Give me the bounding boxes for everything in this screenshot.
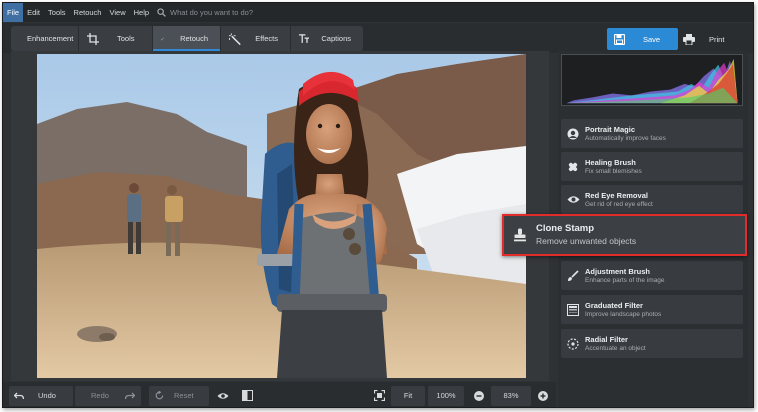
tab-label: Retouch [180, 34, 208, 43]
tool-subtitle: Automatically improve faces [585, 134, 666, 142]
tool-portrait-magic[interactable]: Portrait Magic Automatically improve fac… [561, 119, 743, 148]
tool-subtitle: Remove unwanted objects [536, 236, 637, 246]
fit-label: Fit [403, 391, 413, 400]
tab-label: Tools [117, 34, 135, 43]
menu-tools[interactable]: Tools [44, 3, 70, 22]
tool-subtitle: Enhance parts of the image [585, 276, 665, 284]
tool-subtitle: Accentuate an object [585, 344, 646, 352]
redo-icon [124, 392, 135, 399]
tool-radial-filter[interactable]: Radial Filter Accentuate an object [561, 329, 743, 358]
tool-title: Adjustment Brush [585, 266, 651, 276]
clone-stamp-highlight[interactable]: Clone Stamp Remove unwanted objects [502, 214, 747, 256]
brush-icon [161, 37, 164, 40]
magic-wand-icon [229, 32, 241, 45]
zoom-in-icon [538, 390, 548, 401]
print-button[interactable]: Print [681, 28, 747, 50]
zoom-out-icon [474, 390, 484, 401]
reset-icon [155, 391, 164, 400]
tab-label: Effects [255, 34, 278, 43]
search-icon [157, 8, 166, 17]
eye-icon [217, 392, 229, 399]
tab-bar: Enhancement Tools Retouch Effects Captio… [11, 26, 363, 51]
zoom-in-button[interactable] [535, 386, 551, 406]
print-label: Print [709, 34, 725, 44]
gradient-icon [561, 303, 585, 316]
radial-icon [561, 337, 585, 350]
brush-icon [561, 269, 585, 282]
search-placeholder: What do you want to do? [170, 8, 254, 17]
zoom-level-field[interactable]: 83% [491, 385, 531, 406]
menu-bar: File Edit Tools Retouch View Help What d… [3, 3, 753, 22]
tab-captions[interactable]: Captions [291, 26, 363, 51]
compare-icon [241, 390, 253, 401]
fit-icon-button[interactable] [369, 386, 389, 406]
tab-label: Enhancement [27, 34, 74, 43]
tab-label: Captions [321, 34, 351, 43]
bottom-bar: Undo Redo Reset Fit 100% 83% [3, 382, 556, 407]
tool-subtitle: Fix small blemishes [585, 167, 642, 175]
menu-retouch[interactable]: Retouch [70, 3, 106, 22]
tool-title: Graduated Filter [585, 300, 643, 310]
tool-title: Clone Stamp [536, 223, 595, 234]
toolbar: Enhancement Tools Retouch Effects Captio… [3, 23, 753, 53]
tool-healing-brush[interactable]: Healing Brush Fix small blemishes [561, 152, 743, 181]
undo-button[interactable]: Undo [9, 385, 73, 406]
save-label: Save [643, 34, 661, 44]
bandage-icon [561, 161, 585, 173]
tool-title: Red Eye Removal [585, 190, 648, 200]
portrait-icon [561, 128, 585, 140]
redo-label: Redo [91, 391, 109, 400]
text-icon [299, 34, 310, 43]
fit-screen-icon [373, 390, 385, 401]
tool-red-eye-removal[interactable]: Red Eye Removal Get rid of red eye effec… [561, 185, 743, 214]
zoom-100-button[interactable]: 100% [428, 385, 464, 406]
crop-icon [87, 32, 99, 45]
menu-help[interactable]: Help [130, 3, 153, 22]
tab-effects[interactable]: Effects [221, 26, 291, 51]
histogram [561, 54, 743, 106]
compare-button[interactable] [237, 386, 257, 406]
eye-icon [561, 195, 585, 204]
tab-retouch[interactable]: Retouch [153, 26, 221, 51]
tool-title: Radial Filter [585, 334, 628, 344]
tool-title: Portrait Magic [585, 124, 636, 134]
stamp-icon [504, 228, 536, 242]
redo-button[interactable]: Redo [75, 385, 141, 406]
menu-file[interactable]: File [3, 3, 24, 22]
undo-icon [14, 392, 24, 399]
hiker-photo [37, 54, 526, 378]
search-box[interactable]: What do you want to do? [157, 8, 253, 17]
tab-tools[interactable]: Tools [79, 26, 153, 51]
menu-view[interactable]: View [105, 3, 129, 22]
zoom-out-button[interactable] [471, 386, 487, 406]
photo-canvas[interactable] [11, 51, 549, 381]
tool-subtitle: Improve landscape photos [585, 310, 662, 318]
tool-subtitle: Get rid of red eye effect [585, 200, 653, 208]
save-button[interactable]: Save [607, 28, 678, 50]
zoom-level-value: 83% [503, 391, 519, 400]
reset-label: Reset [174, 391, 194, 400]
tool-title: Healing Brush [585, 157, 636, 167]
reset-button[interactable]: Reset [149, 385, 209, 406]
zoom-100-label: 100% [436, 391, 456, 400]
floppy-disk-icon [614, 33, 625, 45]
preview-button[interactable] [213, 386, 233, 406]
undo-label: Undo [38, 391, 56, 400]
menu-edit[interactable]: Edit [23, 3, 44, 22]
fit-button[interactable]: Fit [391, 385, 425, 406]
tab-enhancement[interactable]: Enhancement [11, 26, 79, 51]
printer-icon [683, 33, 695, 45]
app-window: File Edit Tools Retouch View Help What d… [2, 2, 754, 408]
tool-adjustment-brush[interactable]: Adjustment Brush Enhance parts of the im… [561, 261, 743, 290]
tool-graduated-filter[interactable]: Graduated Filter Improve landscape photo… [561, 295, 743, 324]
